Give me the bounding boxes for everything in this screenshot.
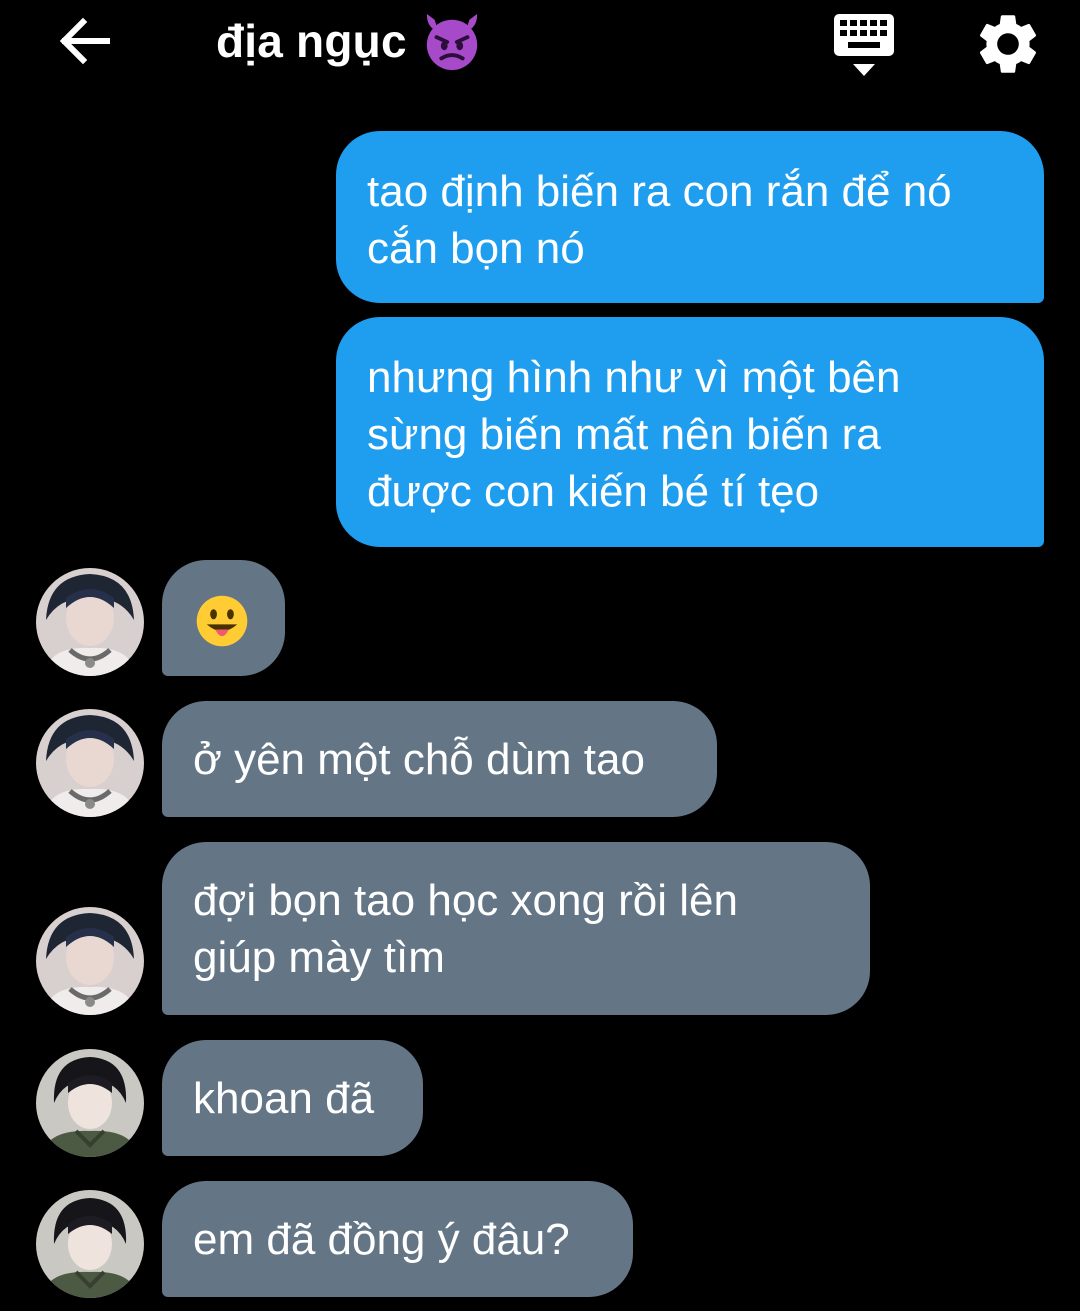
grinning-face-with-tongue-emoji xyxy=(196,595,248,647)
smiling-face-with-horns-emoji xyxy=(426,13,477,71)
arrow-left-icon xyxy=(59,17,110,65)
incoming-message[interactable] xyxy=(162,560,285,676)
chat-title: địa ngục xyxy=(216,15,407,67)
incoming-message[interactable]: đợi bọn tao học xong rồi lên giúp mày tì… xyxy=(162,842,870,1015)
avatar[interactable] xyxy=(36,709,144,817)
keyboard-hide-button[interactable] xyxy=(828,10,900,78)
incoming-message[interactable]: ở yên một chỗ dùm tao xyxy=(162,701,717,817)
chat-header: địa ngục xyxy=(0,0,1080,90)
avatar-image xyxy=(36,1049,144,1157)
gear-icon xyxy=(979,15,1037,73)
avatar-image xyxy=(36,907,144,1015)
avatar[interactable] xyxy=(36,1049,144,1157)
keyboard-hide-icon xyxy=(834,14,894,76)
outgoing-message[interactable]: tao định biến ra con rắn để nó cắn bọn n… xyxy=(336,131,1044,303)
avatar-image xyxy=(36,568,144,676)
outgoing-message[interactable]: nhưng hình như vì một bên sừng biến mất … xyxy=(336,317,1044,547)
chat-title-group[interactable]: địa ngục xyxy=(216,10,483,72)
avatar-image xyxy=(36,1190,144,1298)
back-button[interactable] xyxy=(52,12,116,70)
settings-button[interactable] xyxy=(972,8,1044,80)
avatar[interactable] xyxy=(36,568,144,676)
incoming-message[interactable]: khoan đã xyxy=(162,1040,423,1156)
avatar-image xyxy=(36,709,144,817)
avatar[interactable] xyxy=(36,907,144,1015)
avatar[interactable] xyxy=(36,1190,144,1298)
incoming-message[interactable]: em đã đồng ý đâu? xyxy=(162,1181,633,1297)
